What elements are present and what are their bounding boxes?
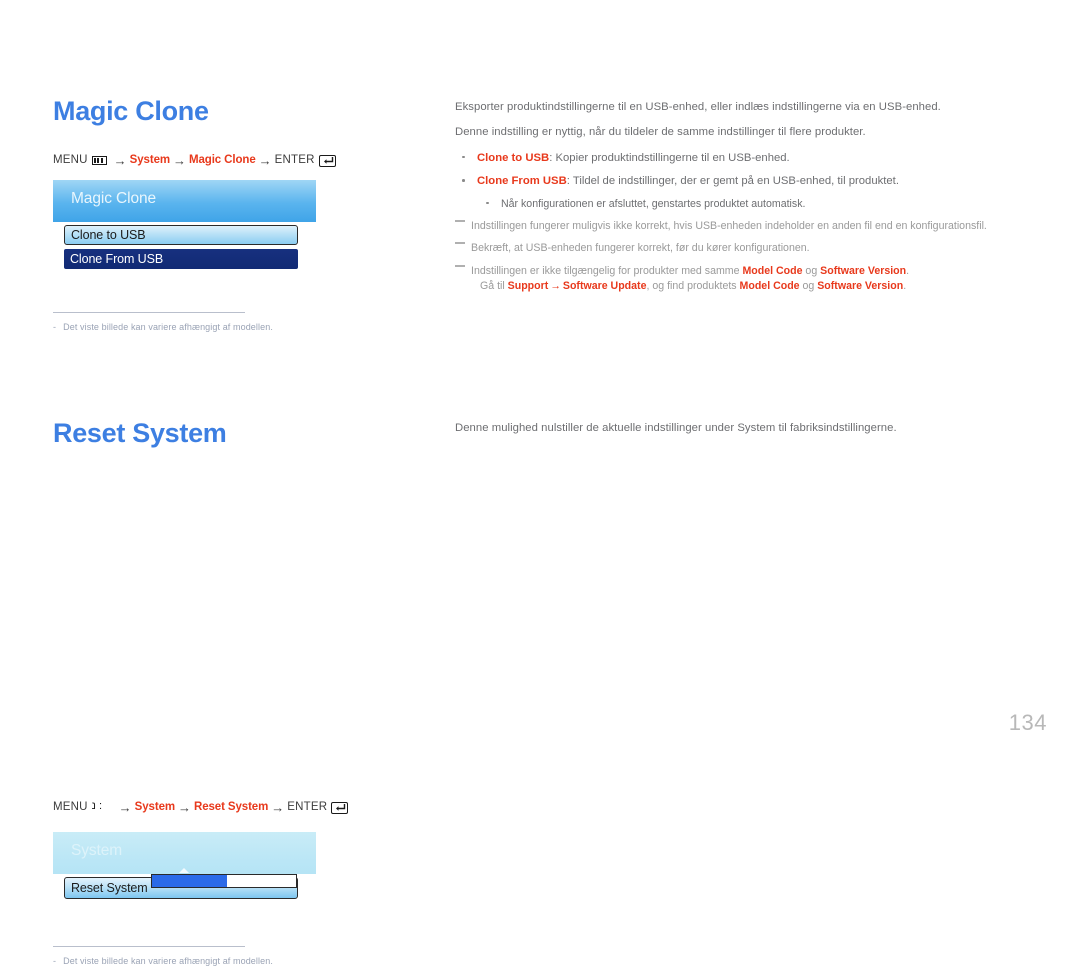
progress-bar — [151, 874, 297, 888]
reset-system-body: Denne mulighed nulstiller de aktuelle in… — [455, 420, 1040, 445]
osd-header-title: Magic Clone — [71, 190, 157, 207]
keyword-model-code-2: Model Code — [739, 279, 800, 292]
menu-bars-icon-degraded: נ : — [91, 800, 112, 812]
osd-panel-reset-system: System Reset System — [53, 832, 433, 903]
note-text-f: og — [799, 279, 818, 292]
note-text-d: Gå til — [480, 279, 508, 292]
note-dash-icon — [455, 219, 465, 222]
page-number: 134 — [1008, 710, 1047, 735]
breadcrumb-menu-label: MENU — [53, 800, 88, 813]
breadcrumb-magic-clone: MENU → System → Magic Clone → ENTER — [53, 154, 433, 167]
breadcrumb-step-system: System — [134, 800, 175, 813]
note-text-b: og — [802, 264, 821, 277]
note-text-c: . — [906, 264, 910, 277]
osd-reset-system: System Reset System — [53, 832, 316, 899]
enter-key-icon — [318, 154, 336, 167]
sub-list-item: Når konfigurationen er afsluttet, gensta… — [455, 197, 1040, 212]
magic-clone-breadcrumb-wrapper: MENU → System → Magic Clone → ENTER — [53, 154, 433, 167]
page-title-reset-system: Reset System — [53, 418, 227, 448]
note-arrow-icon: → — [550, 279, 561, 292]
breadcrumb-step-system: System — [129, 153, 170, 166]
menu-icon-glyph: נ : — [91, 800, 103, 812]
note-line-1: Indstillingen er ikke tilgængelig for pr… — [471, 265, 909, 277]
reset-system-breadcrumb-wrapper: MENU נ : → System → Reset System → ENTER — [53, 801, 433, 814]
note-text: Indstillingen fungerer muligvis ikke kor… — [471, 219, 987, 232]
keyword-support: Support — [507, 279, 549, 292]
keyword-software-update: Software Update — [562, 279, 647, 292]
keyword-clone-to-usb: Clone to USB — [477, 151, 550, 164]
body-paragraph-1: Denne mulighed nulstiller de aktuelle in… — [455, 422, 897, 434]
magic-clone-body: Eksporter produktindstillingerne til en … — [455, 99, 1040, 301]
body-bullet-list: Clone to USB: Kopier produktindstillinge… — [455, 150, 1040, 295]
breadcrumb-step-reset-system: Reset System — [194, 800, 269, 813]
note-text-g: . — [903, 279, 907, 292]
osd-item-label: Clone to USB — [71, 228, 146, 242]
progress-bar-fill — [152, 875, 227, 887]
footnote-dash: - — [53, 322, 57, 332]
list-item: Clone From USB: Tildel de indstillinger,… — [455, 173, 1040, 189]
footnote-text: Det viste billede kan variere afhængigt … — [63, 322, 273, 332]
note-item: Bekræft, at USB-enheden fungerer korrekt… — [455, 241, 1040, 256]
footnote-text: Det viste billede kan variere afhængigt … — [63, 956, 273, 966]
footnote-divider — [53, 946, 245, 947]
breadcrumb-arrow-1: → — [118, 800, 132, 815]
osd-body-reset-system: Reset System — [53, 874, 316, 899]
enter-key-icon — [331, 801, 349, 814]
footnote-row: - Det viste billede kan variere afhængig… — [53, 956, 433, 967]
osd-header-magic-clone: Magic Clone — [53, 180, 316, 222]
caret-up-icon — [179, 868, 189, 873]
breadcrumb-arrow-3: → — [271, 800, 285, 815]
bullet-dot-icon — [462, 155, 465, 159]
menu-bars-icon — [91, 156, 107, 165]
manual-page: Magic Clone MENU → System → Magic Clone … — [0, 0, 1080, 966]
note-text: Bekræft, at USB-enheden fungerer korrekt… — [471, 242, 810, 255]
osd-body-magic-clone: Clone to USB Clone From USB — [53, 222, 316, 269]
osd-magic-clone: Magic Clone Clone to USB Clone From USB — [53, 180, 316, 269]
bullet-text: : Tildel de indstillinger, der er gemt p… — [566, 175, 899, 188]
osd-item-reset-system[interactable]: Reset System — [64, 874, 298, 899]
magic-clone-left-column: Magic Clone — [53, 98, 433, 125]
note-item-rich: Indstillingen er ikke tilgængelig for pr… — [455, 264, 1040, 295]
keyword-clone-from-usb: Clone From USB — [477, 175, 567, 188]
osd-item-label: Reset System — [71, 881, 148, 895]
keyword-software-version: Software Version — [820, 264, 907, 277]
osd-header-title: System — [71, 842, 123, 859]
osd-item-clone-from-usb[interactable]: Clone From USB — [64, 249, 298, 269]
footnote-magic-clone: - Det viste billede kan variere afhængig… — [53, 312, 433, 333]
note-dash-icon — [455, 242, 465, 245]
page-title-magic-clone: Magic Clone — [53, 96, 209, 126]
osd-item-label: Clone From USB — [70, 252, 164, 266]
breadcrumb-arrow-1: → — [113, 153, 127, 168]
reset-system-left-column: Reset System — [53, 420, 433, 447]
footnote-dash: - — [53, 956, 57, 966]
breadcrumb-arrow-2: → — [173, 153, 186, 168]
bullet-text: : Kopier produktindstillingerne til en U… — [549, 151, 790, 164]
breadcrumb-arrow-3: → — [258, 153, 272, 168]
keyword-model-code: Model Code — [742, 264, 803, 277]
bullet-dot-icon — [462, 179, 465, 182]
breadcrumb-menu-label: MENU — [53, 153, 88, 166]
note-text-e: , og find produktets — [646, 279, 740, 292]
footnote-divider — [53, 312, 245, 313]
breadcrumb-arrow-2: → — [178, 800, 191, 815]
breadcrumb-enter-label: ENTER — [274, 153, 315, 166]
footnote-row: - Det viste billede kan variere afhængig… — [53, 322, 433, 333]
body-paragraph-1: Eksporter produktindstillingerne til en … — [455, 101, 941, 113]
sub-bullet-text: Når konfigurationen er afsluttet, gensta… — [501, 197, 806, 210]
keyword-software-version-2: Software Version — [817, 279, 904, 292]
footnote-reset-system: - Det viste billede kan variere afhængig… — [53, 946, 433, 967]
breadcrumb-enter-label: ENTER — [287, 800, 328, 813]
list-item: Clone to USB: Kopier produktindstillinge… — [455, 150, 1040, 166]
body-paragraph-2: Denne indstilling er nyttig, når du tild… — [455, 126, 866, 139]
note-text-a: Indstillingen er ikke tilgængelig for pr… — [471, 264, 743, 277]
osd-header-system: System — [53, 832, 316, 874]
note-item: Indstillingen fungerer muligvis ikke kor… — [455, 219, 1040, 234]
osd-item-clone-to-usb[interactable]: Clone to USB — [64, 225, 298, 245]
breadcrumb-reset-system: MENU נ : → System → Reset System → ENTER — [53, 801, 433, 814]
osd-panel-magic-clone: Magic Clone Clone to USB Clone From USB — [53, 180, 433, 273]
bullet-dot-icon — [486, 201, 489, 204]
note-line-2: Gå til Support → Software Update, og find … — [471, 279, 1040, 294]
note-dash-icon — [455, 264, 465, 267]
breadcrumb-step-magic-clone: Magic Clone — [189, 153, 256, 166]
